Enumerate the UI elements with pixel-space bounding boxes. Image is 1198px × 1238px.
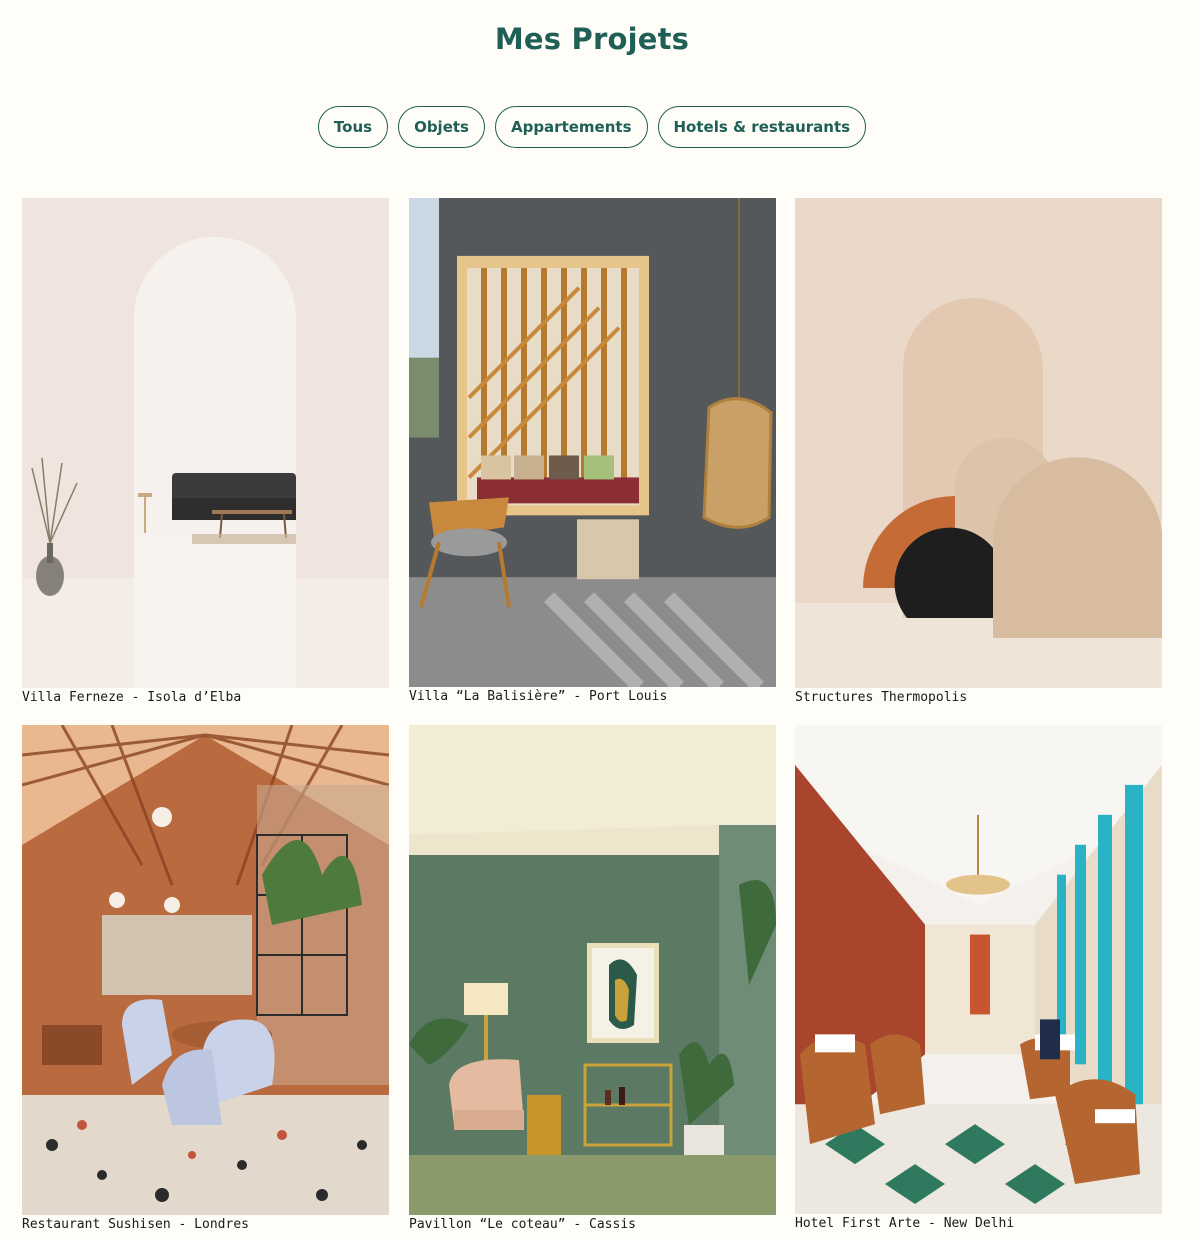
project-caption: Hotel First Arte - New Delhi — [795, 1216, 1015, 1231]
project-caption: Restaurant Sushisen - Londres — [22, 1217, 249, 1232]
project-image-villa-ferneze[interactable] — [22, 198, 389, 688]
project-image-pavillon-le-coteau[interactable] — [409, 725, 776, 1215]
project-caption: Villa Ferneze - Isola d’Elba — [22, 690, 242, 705]
project-image-villa-balisiere[interactable] — [409, 198, 776, 687]
project-card[interactable]: Restaurant Sushisen - Londres — [22, 725, 389, 1232]
page-title: Mes Projets — [494, 22, 690, 56]
project-image-structures-thermopolis[interactable] — [795, 198, 1162, 688]
filter-objets-button[interactable]: Objets — [398, 106, 485, 148]
filter-appartements-button[interactable]: Appartements — [494, 106, 648, 148]
project-card[interactable]: Hotel First Arte - New Delhi — [795, 725, 1162, 1231]
project-caption: Structures Thermopolis — [795, 690, 968, 705]
filter-bar: Tous Objets Appartements Hotels & restau… — [0, 106, 1184, 148]
project-card[interactable]: Pavillon “Le coteau” - Cassis — [409, 725, 776, 1232]
project-image-restaurant-sushisen[interactable] — [22, 725, 389, 1215]
project-caption: Pavillon “Le coteau” - Cassis — [409, 1217, 636, 1232]
project-card[interactable]: Villa “La Balisière” - Port Louis — [409, 198, 776, 704]
project-image-hotel-first-arte[interactable] — [795, 725, 1162, 1214]
filter-hotels-restaurants-button[interactable]: Hotels & restaurants — [657, 106, 867, 148]
project-caption: Villa “La Balisière” - Port Louis — [409, 689, 668, 704]
filter-tous-button[interactable]: Tous — [317, 106, 389, 148]
project-card[interactable]: Structures Thermopolis — [795, 198, 1162, 705]
project-card[interactable]: Villa Ferneze - Isola d’Elba — [22, 198, 389, 705]
